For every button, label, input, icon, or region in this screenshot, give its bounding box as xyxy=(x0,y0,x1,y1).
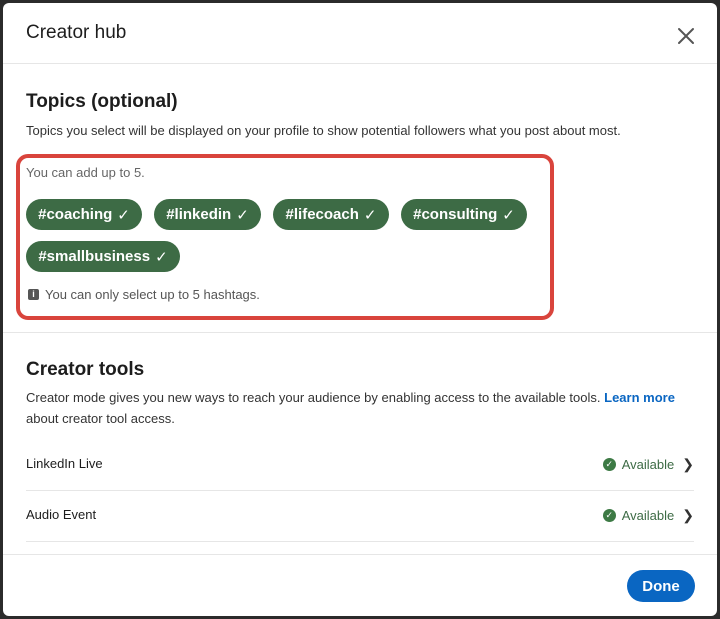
tool-label: LinkedIn Live xyxy=(26,456,103,471)
topic-chip-smallbusiness[interactable]: #smallbusiness ✓ xyxy=(26,241,180,272)
chip-label: #smallbusiness xyxy=(38,248,151,265)
check-icon: ✓ xyxy=(502,206,515,224)
chevron-right-icon: ❯ xyxy=(682,507,694,523)
check-icon: ✓ xyxy=(236,206,249,224)
tool-label: Audio Event xyxy=(26,507,97,522)
topic-chip-linkedin[interactable]: #linkedin ✓ xyxy=(154,199,261,230)
check-icon: ✓ xyxy=(117,206,130,224)
chip-label: #consulting xyxy=(413,206,498,223)
check-icon: ✓ xyxy=(155,248,168,266)
hashtag-limit-note: i You can only select up to 5 hashtags. xyxy=(28,287,260,302)
learn-more-link[interactable]: Learn more xyxy=(604,390,675,405)
tool-status: ✓ Available ❯ xyxy=(602,507,694,524)
status-text: Available xyxy=(621,508,675,523)
footer-divider xyxy=(3,554,717,555)
tool-row-linkedin-live[interactable]: LinkedIn Live ✓ Available ❯ xyxy=(26,440,694,491)
topic-chip-consulting[interactable]: #consulting ✓ xyxy=(401,199,527,230)
close-icon[interactable] xyxy=(675,25,697,47)
chip-label: #linkedin xyxy=(166,206,232,223)
creator-hub-modal: Creator hub Topics (optional) Topics you… xyxy=(3,3,717,616)
modal-header: Creator hub xyxy=(3,3,717,64)
topics-hint: You can add up to 5. xyxy=(26,165,145,180)
description-text-continued: about creator tool access. xyxy=(26,411,175,426)
topic-chip-coaching[interactable]: #coaching ✓ xyxy=(26,199,142,230)
tool-status: ✓ Available ❯ xyxy=(602,456,694,473)
check-icon: ✓ xyxy=(363,206,377,224)
check-circle-icon: ✓ xyxy=(602,509,616,522)
modal-title: Creator hub xyxy=(26,22,127,43)
creator-tools-description: Creator mode gives you new ways to reach… xyxy=(26,387,694,429)
section-divider xyxy=(3,332,717,333)
description-text: Creator mode gives you new ways to reach… xyxy=(26,390,601,405)
tool-row-audio-event[interactable]: Audio Event ✓ Available ❯ xyxy=(26,491,694,542)
note-text: You can only select up to 5 hashtags. xyxy=(45,287,260,302)
info-icon: i xyxy=(28,289,39,300)
topics-title: Topics (optional) xyxy=(26,91,178,112)
topics-description: Topics you select will be displayed on y… xyxy=(26,123,621,138)
check-circle-icon: ✓ xyxy=(602,458,616,471)
done-button[interactable]: Done xyxy=(627,570,695,602)
chevron-right-icon: ❯ xyxy=(682,456,694,472)
chip-label: #coaching xyxy=(38,206,113,223)
chip-label: #lifecoach xyxy=(285,206,359,223)
status-text: Available xyxy=(621,457,675,472)
topic-chip-lifecoach[interactable]: #lifecoach ✓ xyxy=(273,199,389,230)
creator-tools-title: Creator tools xyxy=(26,359,145,380)
